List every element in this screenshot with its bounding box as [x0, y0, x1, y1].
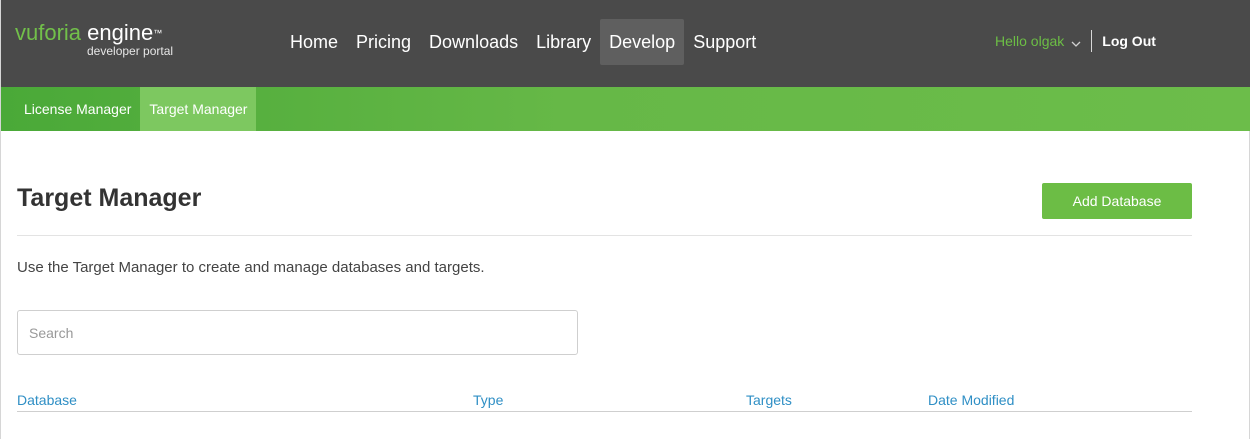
logo-wordmark: vuforia engine™ [15, 20, 162, 46]
nav-home[interactable]: Home [281, 19, 347, 65]
sub-nav: License Manager Target Manager [15, 87, 257, 131]
nav-develop[interactable]: Develop [600, 19, 685, 65]
page: vuforia engine™ developer portal Home Pr… [0, 0, 1250, 439]
column-header-database[interactable]: Database [17, 392, 77, 408]
column-header-targets[interactable]: Targets [746, 392, 792, 408]
title-divider [17, 235, 1192, 236]
logout-link[interactable]: Log Out [1102, 33, 1156, 49]
add-database-button[interactable]: Add Database [1042, 183, 1192, 219]
page-title: Target Manager [17, 184, 202, 212]
user-greeting[interactable]: Hello olgak [995, 33, 1064, 49]
top-navigation-bar: vuforia engine™ developer portal Home Pr… [1, 0, 1250, 87]
column-header-type[interactable]: Type [473, 392, 503, 408]
column-header-date-modified[interactable]: Date Modified [928, 392, 1014, 408]
subnav-target-manager[interactable]: Target Manager [140, 87, 257, 131]
vuforia-logo[interactable]: vuforia engine™ developer portal [15, 20, 215, 64]
nav-pricing[interactable]: Pricing [347, 19, 420, 65]
logo-brand-vuforia: vuforia [15, 20, 82, 45]
search-input[interactable] [17, 310, 578, 355]
user-menu-separator [1091, 30, 1093, 52]
nav-downloads[interactable]: Downloads [420, 19, 527, 65]
main-nav: Home Pricing Downloads Library Develop S… [281, 19, 765, 65]
logo-brand-engine: engine [81, 20, 154, 45]
user-menu: Hello olgak Log Out [995, 28, 1156, 54]
nav-library[interactable]: Library [527, 19, 600, 65]
subnav-license-manager[interactable]: License Manager [15, 87, 140, 131]
nav-support[interactable]: Support [684, 19, 765, 65]
sub-navigation-bar: License Manager Target Manager [1, 87, 1250, 131]
logo-subtitle: developer portal [87, 44, 174, 58]
intro-text: Use the Target Manager to create and man… [17, 259, 485, 276]
logo-trademark: ™ [153, 28, 163, 38]
database-table-header: Database Type Targets Date Modified [17, 392, 1192, 412]
chevron-down-icon[interactable] [1071, 36, 1081, 47]
